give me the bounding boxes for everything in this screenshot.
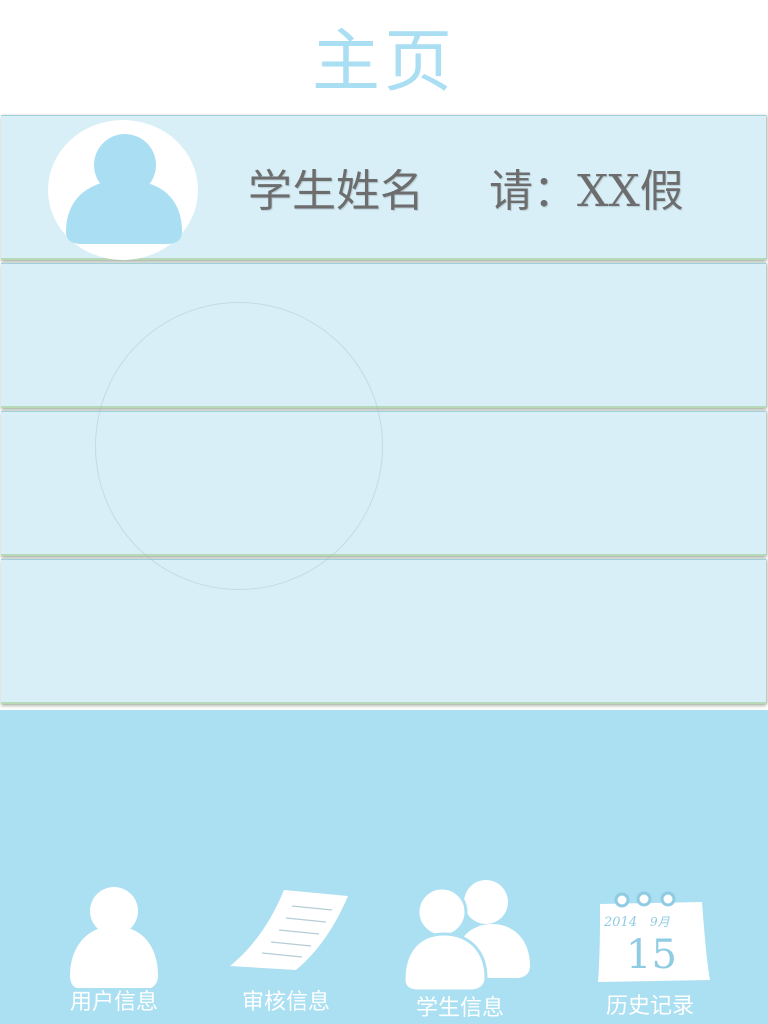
user-icon (70, 887, 158, 988)
nav-label: 审核信息 (241, 990, 330, 1015)
bottom-nav: 用户信息 审核信息 学生信息 2014 9月 15 历史记录 (0, 710, 768, 1024)
user-avatar-icon (66, 134, 182, 244)
nav-history[interactable]: 2014 9月 15 历史记录 (570, 870, 730, 1024)
calendar-year: 2014 (603, 915, 637, 930)
nav-user-info[interactable]: 用户信息 (34, 870, 194, 1024)
nav-review-info[interactable]: 审核信息 (206, 870, 366, 1024)
students-icon (402, 880, 530, 993)
nav-label: 学生信息 (415, 996, 504, 1021)
nav-label: 历史记录 (605, 994, 694, 1019)
list-item[interactable] (1, 263, 766, 408)
calendar-icon: 2014 9月 15 (598, 891, 710, 982)
student-name: 学生姓名 (248, 166, 424, 217)
page-title: 主页 (311, 23, 456, 102)
leave-type: 请：XX假 (489, 166, 684, 217)
avatar (48, 120, 198, 260)
document-icon (230, 890, 348, 970)
list-item[interactable] (1, 411, 766, 556)
list-item[interactable] (1, 559, 766, 704)
student-list: 学生姓名 请：XX假 (0, 115, 768, 707)
calendar-month: 9月 (650, 915, 671, 929)
nav-label: 用户信息 (69, 990, 158, 1015)
nav-student-info[interactable]: 学生信息 (380, 870, 540, 1024)
list-item[interactable]: 学生姓名 请：XX假 (1, 115, 766, 260)
calendar-day: 15 (626, 932, 677, 978)
